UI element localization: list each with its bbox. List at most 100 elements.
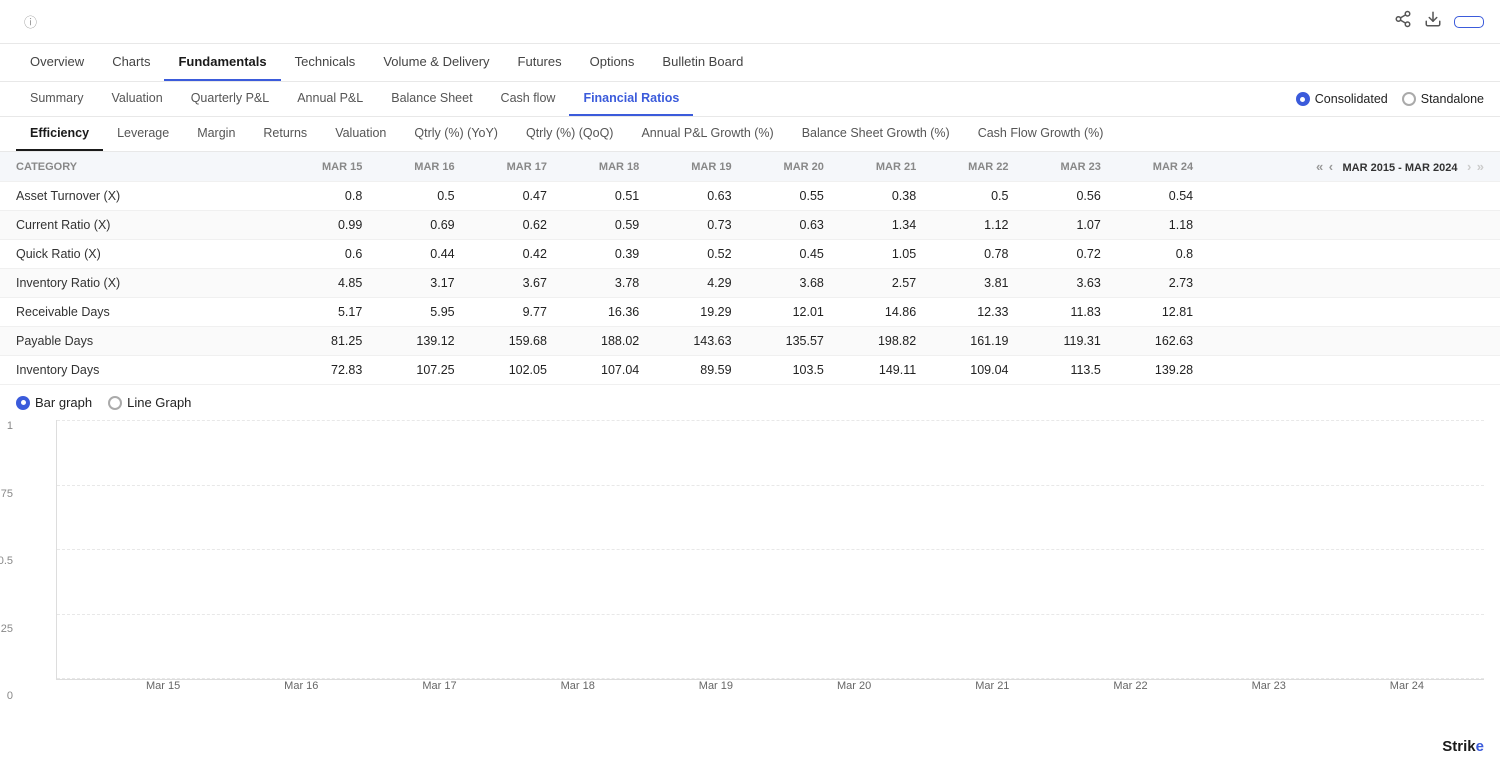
cell-5-8: 119.31: [1019, 327, 1111, 356]
filter-tab-cash-flow-growth----[interactable]: Cash Flow Growth (%): [964, 117, 1118, 151]
standalone-radio[interactable]: [1402, 92, 1416, 106]
cell-4-8: 11.83: [1019, 298, 1111, 327]
cell-3-8: 3.63: [1019, 269, 1111, 298]
cell-1-7: 1.12: [926, 211, 1018, 240]
standalone-option[interactable]: Standalone: [1402, 92, 1484, 106]
download-icon[interactable]: [1424, 10, 1442, 33]
nav-tab-charts[interactable]: Charts: [98, 44, 164, 81]
nav-arrow-next-next[interactable]: »: [1477, 159, 1484, 174]
header-actions: [1394, 10, 1484, 33]
cell-5-7: 161.19: [926, 327, 1018, 356]
row-label-payable-days: Payable Days: [0, 327, 280, 356]
cell-3-9: 2.73: [1111, 269, 1203, 298]
cell-3-1: 3.17: [372, 269, 464, 298]
filter-tab-efficiency[interactable]: Efficiency: [16, 117, 103, 151]
filter-tab-margin[interactable]: Margin: [183, 117, 249, 151]
cell-4-2: 9.77: [465, 298, 557, 327]
cell-2-0: 0.6: [280, 240, 372, 269]
nav-tab-volume---delivery[interactable]: Volume & Delivery: [369, 44, 503, 81]
nav-tab-fundamentals[interactable]: Fundamentals: [164, 44, 280, 81]
column-header-mar20: MAR 20: [742, 152, 834, 182]
cell-3-4: 4.29: [649, 269, 741, 298]
cell-6-3: 107.04: [557, 356, 649, 385]
row-label-current-ratio--x-: Current Ratio (X): [0, 211, 280, 240]
bar-radio-filled[interactable]: [16, 396, 30, 410]
nav-tab-futures[interactable]: Futures: [504, 44, 576, 81]
sub-nav-tab-valuation[interactable]: Valuation: [97, 82, 176, 116]
chart-container: [56, 420, 1484, 680]
row-label-inventory-ratio--x-: Inventory Ratio (X): [0, 269, 280, 298]
column-header-mar21: MAR 21: [834, 152, 926, 182]
strike-logo-accent: e: [1476, 738, 1484, 755]
category-label: CATEGORY: [16, 161, 77, 173]
cell-0-9: 0.54: [1111, 182, 1203, 211]
cell-3-7: 3.81: [926, 269, 1018, 298]
sub-nav-tab-quarterly-p-l[interactable]: Quarterly P&L: [177, 82, 284, 116]
bars-row: [57, 420, 1484, 679]
filter-tab-leverage[interactable]: Leverage: [103, 117, 183, 151]
filter-tab-annual-p-l-growth----[interactable]: Annual P&L Growth (%): [627, 117, 787, 151]
filter-tab-qtrly------qoq-[interactable]: Qtrly (%) (QoQ): [512, 117, 628, 151]
sub-nav-tab-financial-ratios[interactable]: Financial Ratios: [569, 82, 693, 116]
cell-6-9: 139.28: [1111, 356, 1203, 385]
top-header: ⓘ: [0, 0, 1500, 44]
y-label: 0.5: [0, 555, 13, 567]
consolidated-label: Consolidated: [1315, 92, 1388, 106]
company-info: ⓘ: [16, 12, 53, 31]
filter-tab-balance-sheet-growth----[interactable]: Balance Sheet Growth (%): [788, 117, 964, 151]
table-row: Asset Turnover (X)0.80.50.470.510.630.55…: [0, 182, 1500, 211]
nav-tab-overview[interactable]: Overview: [16, 44, 98, 81]
bar-graph-option[interactable]: Bar graph: [16, 395, 92, 410]
nav-tab-bulletin-board[interactable]: Bulletin Board: [648, 44, 757, 81]
cell-3-0: 4.85: [280, 269, 372, 298]
sub-nav-tab-annual-p-l[interactable]: Annual P&L: [283, 82, 377, 116]
cell-4-3: 16.36: [557, 298, 649, 327]
y-label: 0.75: [0, 488, 13, 500]
sub-nav-tab-balance-sheet[interactable]: Balance Sheet: [377, 82, 486, 116]
cell-3-6: 2.57: [834, 269, 926, 298]
sub-nav-tab-summary[interactable]: Summary: [16, 82, 97, 116]
row-label-inventory-days: Inventory Days: [0, 356, 280, 385]
filter-tab-returns[interactable]: Returns: [249, 117, 321, 151]
filter-tab-valuation[interactable]: Valuation: [321, 117, 400, 151]
row-label-quick-ratio--x-: Quick Ratio (X): [0, 240, 280, 269]
cell-4-7: 12.33: [926, 298, 1018, 327]
x-label: Mar 23: [1202, 680, 1336, 692]
chart-y-labels: 10.750.50.250: [0, 420, 13, 702]
column-header-mar18: MAR 18: [557, 152, 649, 182]
share-icon[interactable]: [1394, 10, 1412, 33]
table-row: Payable Days81.25139.12159.68188.02143.6…: [0, 327, 1500, 356]
open-watchlists-button[interactable]: [1454, 16, 1484, 28]
cell-4-4: 19.29: [649, 298, 741, 327]
consolidated-radio[interactable]: [1296, 92, 1310, 106]
consolidated-option[interactable]: Consolidated: [1296, 92, 1388, 106]
cell-6-6: 149.11: [834, 356, 926, 385]
cell-2-5: 0.45: [742, 240, 834, 269]
y-label: 0: [0, 690, 13, 702]
cell-0-7: 0.5: [926, 182, 1018, 211]
line-radio-empty[interactable]: [108, 396, 122, 410]
cell-2-6: 1.05: [834, 240, 926, 269]
strike-logo: Strike: [0, 732, 1500, 761]
nav-arrow-next[interactable]: ›: [1467, 159, 1471, 174]
filter-tab-qtrly------yoy-[interactable]: Qtrly (%) (YoY): [400, 117, 512, 151]
cell-1-0: 0.99: [280, 211, 372, 240]
cell-6-8: 113.5: [1019, 356, 1111, 385]
nav-arrow-prev-prev[interactable]: «: [1316, 159, 1323, 174]
cell-5-5: 135.57: [742, 327, 834, 356]
nav-tab-technicals[interactable]: Technicals: [281, 44, 370, 81]
column-header-mar24: MAR 24: [1111, 152, 1203, 182]
cell-5-3: 188.02: [557, 327, 649, 356]
column-header-mar15: MAR 15: [280, 152, 372, 182]
info-icon[interactable]: ⓘ: [24, 12, 37, 31]
sub-nav-tab-cash-flow[interactable]: Cash flow: [487, 82, 570, 116]
table-row: Inventory Ratio (X)4.853.173.673.784.293…: [0, 269, 1500, 298]
chart-section: Bar graph Line Graph 10.750.50.250 Mar 1…: [0, 385, 1500, 732]
cell-1-5: 0.63: [742, 211, 834, 240]
cell-0-2: 0.47: [465, 182, 557, 211]
nav-arrow-prev[interactable]: ‹: [1329, 159, 1333, 174]
x-label: Mar 15: [96, 680, 230, 692]
line-graph-option[interactable]: Line Graph: [108, 395, 191, 410]
nav-tab-options[interactable]: Options: [576, 44, 649, 81]
x-label: Mar 18: [511, 680, 645, 692]
